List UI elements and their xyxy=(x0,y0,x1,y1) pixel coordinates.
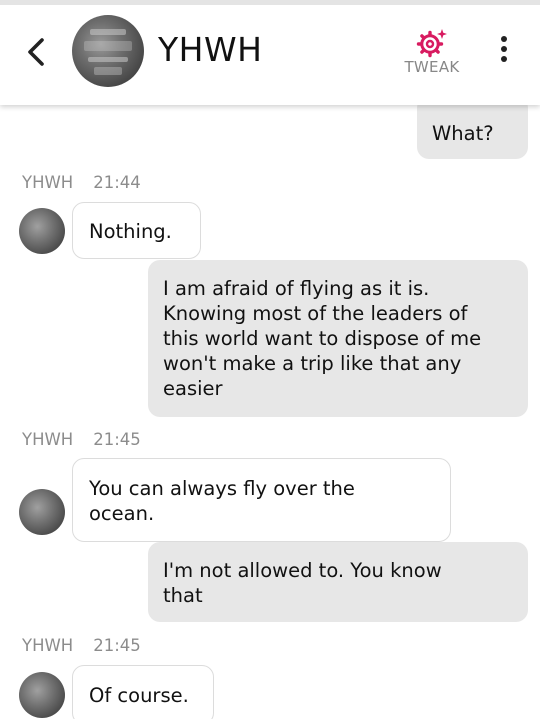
message-line: that xyxy=(163,584,203,607)
incoming-message[interactable]: Nothing. xyxy=(72,202,201,259)
message-line: ocean. xyxy=(89,502,155,525)
status-bar-strip xyxy=(0,0,540,5)
sender-name: YHWH xyxy=(22,636,74,655)
chat-header: YHWH TWEAK xyxy=(0,0,540,105)
incoming-message[interactable]: You can always fly over the ocean. xyxy=(72,458,451,542)
message-line: won't make a trip like that any xyxy=(163,352,462,375)
tweak-button[interactable]: TWEAK xyxy=(398,28,466,80)
message-meta: YHWH 21:44 xyxy=(22,173,141,192)
back-button[interactable] xyxy=(22,32,52,72)
message-text: Nothing. xyxy=(89,220,172,243)
message-text: What? xyxy=(432,122,494,145)
message-line: You can always fly over the xyxy=(89,477,355,500)
message-line: I'm not allowed to. You know xyxy=(163,559,442,582)
message-time: 21:44 xyxy=(93,173,141,192)
message-line: easier xyxy=(163,377,223,400)
outgoing-message[interactable]: What? xyxy=(417,96,528,159)
sender-avatar[interactable] xyxy=(19,672,65,718)
contact-avatar[interactable] xyxy=(72,15,144,87)
message-time: 21:45 xyxy=(93,430,141,449)
message-meta: YHWH 21:45 xyxy=(22,636,141,655)
outgoing-message[interactable]: I am afraid of flying as it is. Knowing … xyxy=(148,260,528,417)
message-line: I am afraid of flying as it is. xyxy=(163,277,430,300)
contact-name[interactable]: YHWH xyxy=(158,30,262,69)
more-vert-icon xyxy=(501,36,507,42)
outgoing-message[interactable]: I'm not allowed to. You know that xyxy=(148,542,528,622)
message-line: Knowing most of the leaders of xyxy=(163,302,468,325)
incoming-message[interactable]: Of course. xyxy=(72,665,214,719)
message-time: 21:45 xyxy=(93,636,141,655)
gear-sparkle-icon xyxy=(416,29,447,58)
message-line: this world want to dispose of me xyxy=(163,327,482,350)
sender-name: YHWH xyxy=(22,173,74,192)
message-meta: YHWH 21:45 xyxy=(22,430,141,449)
overflow-menu-button[interactable] xyxy=(494,36,514,70)
sender-name: YHWH xyxy=(22,430,74,449)
tweak-label: TWEAK xyxy=(404,58,460,76)
message-text: Of course. xyxy=(89,684,189,707)
sender-avatar[interactable] xyxy=(19,489,65,535)
sender-avatar[interactable] xyxy=(19,208,65,254)
chevron-left-icon xyxy=(28,38,44,66)
